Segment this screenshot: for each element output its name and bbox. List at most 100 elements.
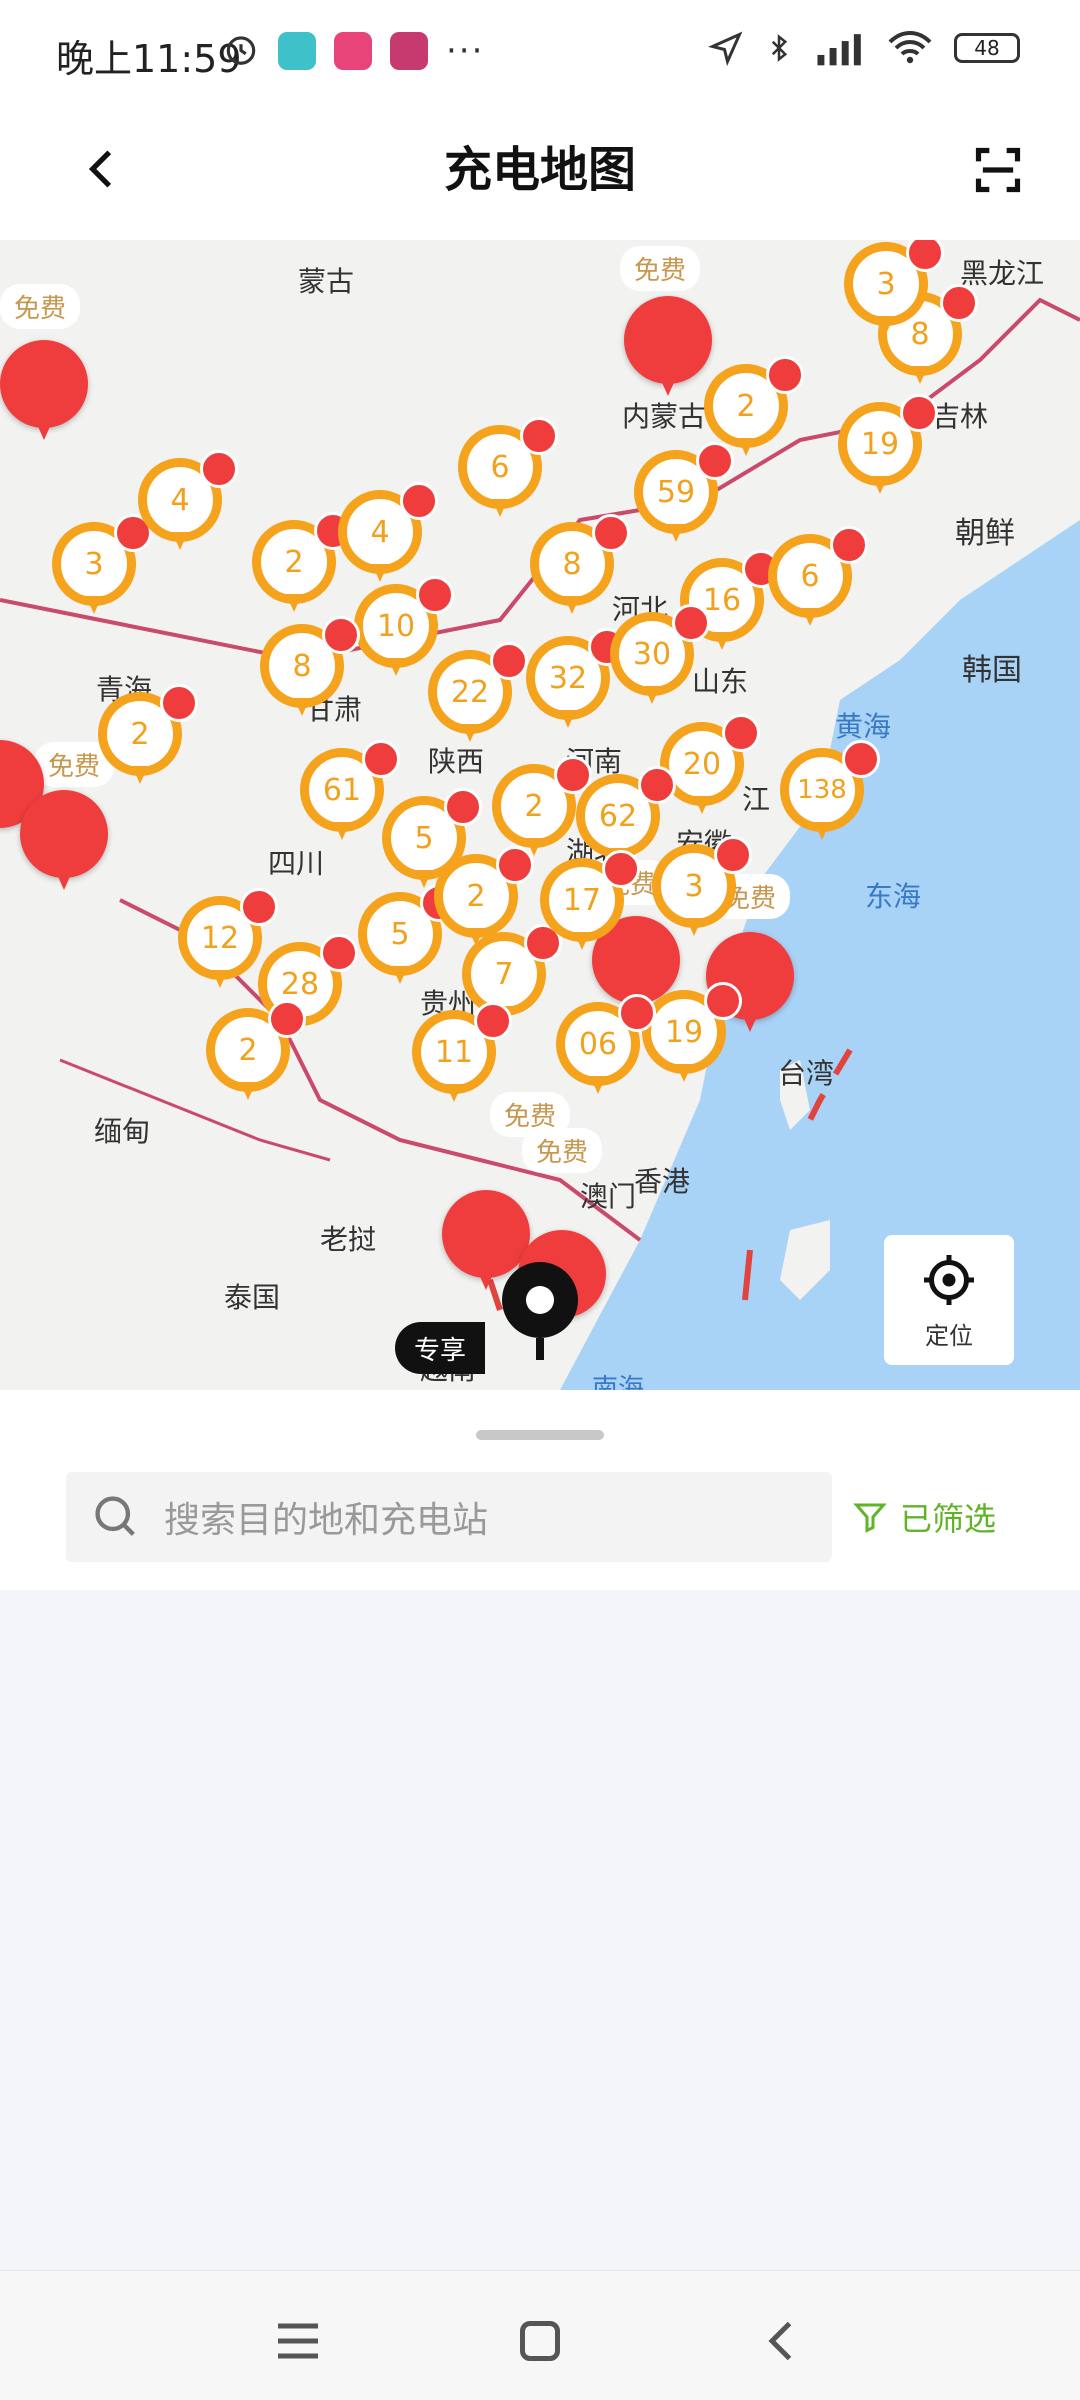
brand-badge-icon xyxy=(602,850,640,888)
charging-map[interactable]: 蒙古 内蒙古 吉林 黑龙江 朝鲜 韩国 黄海 东海 青海 甘肃 陕西 河南 山东… xyxy=(0,240,1080,1390)
cluster-pin[interactable]: 3 xyxy=(652,836,752,940)
brand-badge-icon xyxy=(592,514,630,552)
signal-icon xyxy=(817,34,861,66)
home-icon[interactable] xyxy=(510,2311,570,2371)
filter-icon xyxy=(853,1503,887,1533)
menu-icon[interactable] xyxy=(268,2311,328,2371)
filter-button[interactable]: 已筛选 xyxy=(852,1494,996,1540)
cluster-pin[interactable]: 10 xyxy=(354,576,454,680)
page-header: 充电地图 xyxy=(0,100,1080,240)
cluster-pin[interactable]: 4 xyxy=(138,450,238,554)
cluster-pin[interactable]: 30 xyxy=(610,604,710,708)
exclusive-tag[interactable]: 专享 xyxy=(395,1322,485,1374)
notification-icons: ··· xyxy=(222,30,484,72)
region-label: 内蒙古 xyxy=(622,400,707,433)
cluster-pin[interactable]: 2 xyxy=(492,756,592,860)
more-notifications-icon: ··· xyxy=(446,31,485,71)
cluster-pin[interactable]: 20 xyxy=(660,714,760,818)
status-bar: 晚上11:59 ··· 48 xyxy=(0,0,1080,100)
brand-badge-icon xyxy=(416,576,454,614)
search-input[interactable]: 搜索目的地和充电站 xyxy=(66,1472,832,1562)
brand-badge-icon xyxy=(362,740,400,778)
cluster-pin[interactable]: 6 xyxy=(458,417,558,521)
cluster-pin[interactable]: 11 xyxy=(412,1002,512,1106)
status-time: 晚上11:59 xyxy=(56,37,242,81)
brand-badge-icon xyxy=(200,450,238,488)
region-label: 南海 xyxy=(592,1374,645,1390)
free-tag: 免费 xyxy=(0,284,81,329)
brand-badge-icon xyxy=(618,994,656,1032)
station-pin[interactable] xyxy=(20,790,108,890)
brand-badge-icon xyxy=(444,788,482,826)
region-label: 江 xyxy=(742,783,771,816)
alarm-icon xyxy=(222,30,260,72)
station-pin[interactable] xyxy=(624,296,712,396)
brand-badge-icon xyxy=(474,1002,512,1040)
free-tag: 免费 xyxy=(490,1092,571,1137)
region-label: 黑龙江 xyxy=(960,257,1045,290)
system-nav-bar xyxy=(0,2270,1080,2400)
locate-label: 定位 xyxy=(925,1321,973,1350)
cluster-pin[interactable]: 3 xyxy=(844,240,944,338)
region-label: 台湾 xyxy=(778,1057,835,1090)
brand-badge-icon xyxy=(842,740,880,778)
cluster-pin[interactable]: 8 xyxy=(260,616,360,720)
cluster-pin[interactable]: 22 xyxy=(428,642,528,746)
region-label: 蒙古 xyxy=(298,265,355,298)
bluetooth-icon xyxy=(771,34,788,62)
brand-badge-icon xyxy=(638,766,676,804)
free-tag: 免费 xyxy=(620,246,701,291)
region-label: 黄海 xyxy=(835,710,892,743)
search-placeholder: 搜索目的地和充电站 xyxy=(164,1500,489,1541)
status-right: 48 xyxy=(708,30,1020,66)
cluster-pin[interactable]: 138 xyxy=(780,740,880,844)
cluster-pin[interactable]: 8 xyxy=(530,514,630,618)
region-label: 朝鲜 xyxy=(955,516,1015,551)
cluster-pin[interactable]: 61 xyxy=(300,740,400,844)
brand-badge-icon xyxy=(900,394,938,432)
brand-badge-icon xyxy=(520,417,558,455)
cluster-pin[interactable]: 19 xyxy=(642,982,742,1086)
cluster-pin[interactable]: 5 xyxy=(358,884,458,988)
brand-badge-icon xyxy=(268,1000,306,1038)
cluster-pin[interactable]: 17 xyxy=(540,850,640,954)
region-label: 老挝 xyxy=(320,1223,377,1256)
back-nav-icon[interactable] xyxy=(752,2311,812,2371)
location-arrow-icon xyxy=(708,31,743,66)
cluster-pin[interactable]: 59 xyxy=(634,442,734,546)
region-label: 吉林 xyxy=(932,400,989,433)
brand-badge-icon xyxy=(496,846,534,884)
filter-label: 已筛选 xyxy=(900,1500,997,1538)
region-label: 香港 xyxy=(634,1165,691,1198)
cluster-pin[interactable]: 6 xyxy=(768,526,868,630)
cluster-pin[interactable]: 2 xyxy=(704,356,804,460)
cluster-pin[interactable]: 12 xyxy=(178,888,278,992)
app-icon-3 xyxy=(390,32,428,70)
app-icon-2 xyxy=(334,32,372,70)
cluster-pin[interactable]: 32 xyxy=(526,628,626,732)
brand-badge-icon xyxy=(830,526,868,564)
cluster-pin[interactable]: 19 xyxy=(838,394,938,498)
scan-button[interactable] xyxy=(972,144,1024,196)
region-label: 泰国 xyxy=(224,1281,281,1314)
cluster-pin[interactable]: 3 xyxy=(52,514,152,618)
cluster-pin[interactable]: 4 xyxy=(338,482,438,586)
region-label: 缅甸 xyxy=(94,1115,151,1148)
cluster-pin[interactable]: 2 xyxy=(206,1000,306,1104)
brand-badge-icon xyxy=(722,714,760,752)
brand-badge-icon xyxy=(704,982,742,1020)
station-pin[interactable] xyxy=(0,340,88,440)
region-label: 澳门 xyxy=(580,1180,637,1213)
locate-button[interactable]: 定位 xyxy=(884,1235,1014,1365)
brand-badge-icon xyxy=(160,684,198,722)
brand-badge-icon xyxy=(320,934,358,972)
cluster-pin[interactable]: 2 xyxy=(98,684,198,788)
results-area xyxy=(0,1590,1080,2270)
bottom-sheet: 搜索目的地和充电站 已筛选 xyxy=(0,1390,1080,1590)
sheet-drag-handle[interactable] xyxy=(476,1430,604,1440)
cluster-pin[interactable]: 06 xyxy=(556,994,656,1098)
brand-badge-icon xyxy=(400,482,438,520)
cluster-pin[interactable]: 2 xyxy=(434,846,534,950)
page-title: 充电地图 xyxy=(443,142,636,198)
cluster-pin[interactable]: 2 xyxy=(252,512,352,616)
